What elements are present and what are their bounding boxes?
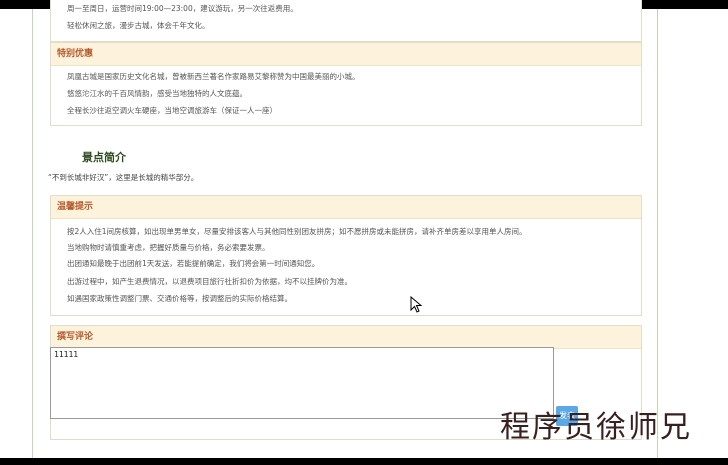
watermark-text: 程序员徐师兄 [500,410,692,445]
special-offer-line-2: 悠悠沱江水的千百风情韵，感受当地独特的人文底蕴。 [67,89,247,98]
trip-schedule-line: 周一至周日，运营时间19:00—23:00，建议游玩，另一次往返费用。 [67,4,298,13]
trip-info-box: 周一至周日，运营时间19:00—23:00，建议游玩，另一次往返费用。 轻松休闲… [50,0,642,42]
special-offer-box: 特别优惠 凤凰古城是国家历史文化名城，曾被新西兰著名作家路易艾黎称赞为中国最美丽… [50,42,642,126]
tips-line-3: 出团通知最晚于出团前1天发送，若能提前确定，我们将会第一时间通知您。 [67,259,320,268]
intro-title: 景点简介 [82,151,126,164]
comment-textarea[interactable]: 11111 [50,347,554,419]
trip-summary-line: 轻松休闲之旅，漫步古城，体会千年文化。 [67,21,210,30]
special-offer-line-1: 凤凰古城是国家历史文化名城，曾被新西兰著名作家路易艾黎称赞为中国最美丽的小城。 [67,72,360,81]
left-gutter [0,9,32,458]
special-offer-line-3: 全程长沙往返空调火车硬座，当地空调旅游车（保证一人一座） [67,106,277,115]
tips-line-1: 按2人入住1间房核算，如出现单男单女，尽量安排该客人与其他同性别团友拼房；如不愿… [67,227,527,236]
intro-text: “不到长城非好汉”，这里是长城的精华部分。 [48,173,199,182]
tips-box: 温馨提示 按2人入住1间房核算，如出现单男单女，尽量安排该客人与其他同性别团友拼… [50,195,642,316]
tips-line-4: 出游过程中，如产生退费情况，以退费项目旅行社折扣价为依据，均不以挂牌价为准。 [67,277,352,286]
special-offer-title: 特别优惠 [51,43,641,66]
comment-title: 撰写评论 [51,326,641,349]
tips-title: 温馨提示 [51,196,641,219]
right-gutter [658,9,728,458]
bottom-black-bar [0,458,728,465]
mouse-cursor-icon [410,296,423,313]
tips-line-5: 如遇国家政策性调整门票、交通价格等，按调整后的实际价格结算。 [67,294,292,303]
tips-line-2: 当地购物时请慎重考虑，把握好质量与价格，务必索要发票。 [67,243,270,252]
